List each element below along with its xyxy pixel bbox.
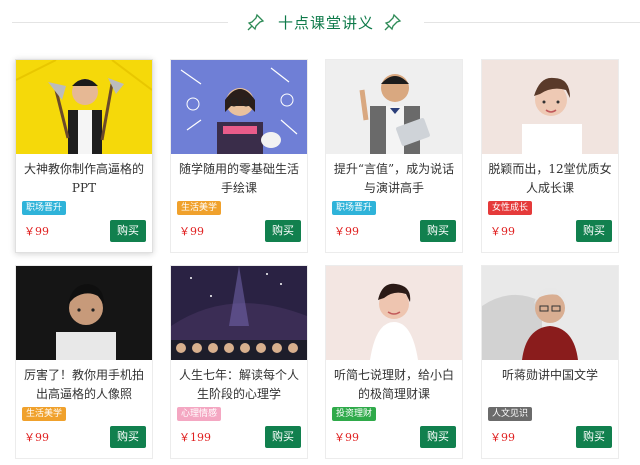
- course-title[interactable]: 大神教你制作高逼格的PPT: [20, 160, 148, 198]
- section-header: 十点课堂讲义: [0, 10, 640, 36]
- course-card[interactable]: 大神教你制作高逼格的PPT 职场晋升 ￥99 购买: [15, 59, 153, 253]
- course-title[interactable]: 听蒋勋讲中国文学: [486, 366, 614, 385]
- course-card[interactable]: 脱颖而出，12堂优质女人成长课 女性成长 ￥99 购买: [481, 59, 619, 253]
- price: ￥99: [334, 225, 359, 238]
- buy-button[interactable]: 购买: [265, 426, 301, 448]
- course-thumbnail[interactable]: [171, 266, 307, 360]
- course-thumbnail[interactable]: [326, 60, 462, 154]
- course-card[interactable]: 听蒋勋讲中国文学 人文见识 ￥99 购买: [481, 265, 619, 459]
- price: ￥99: [490, 431, 515, 444]
- course-card[interactable]: 人生七年：解读每个人生阶段的心理学 心理情感 ￥199 购买: [170, 265, 308, 459]
- category-tag: 职场晋升: [22, 201, 67, 215]
- section-title: 十点课堂讲义: [277, 14, 374, 32]
- course-title[interactable]: 随学随用的零基础生活手绘课: [175, 160, 303, 198]
- price: ￥99: [334, 431, 359, 444]
- buy-button[interactable]: 购买: [420, 426, 456, 448]
- pushpin-icon: [383, 12, 403, 32]
- category-tag: 生活美学: [177, 201, 222, 215]
- course-title[interactable]: 人生七年：解读每个人生阶段的心理学: [175, 366, 303, 404]
- course-thumbnail[interactable]: [16, 60, 152, 154]
- category-tag: 职场晋升: [332, 201, 377, 215]
- buy-button[interactable]: 购买: [576, 426, 612, 448]
- course-title[interactable]: 听简七说理财，给小白的极简理财课: [330, 366, 458, 404]
- course-thumbnail[interactable]: [482, 266, 618, 360]
- course-title[interactable]: 厉害了！教你用手机拍出高逼格的人像照: [20, 366, 148, 404]
- divider-left: [12, 22, 228, 23]
- course-thumbnail[interactable]: [16, 266, 152, 360]
- buy-button[interactable]: 购买: [576, 220, 612, 242]
- price: ￥99: [490, 225, 515, 238]
- price: ￥99: [179, 225, 204, 238]
- price: ￥99: [24, 225, 49, 238]
- buy-button[interactable]: 购买: [265, 220, 301, 242]
- price: ￥199: [179, 431, 211, 444]
- buy-button[interactable]: 购买: [110, 426, 146, 448]
- pushpin-icon: [246, 12, 266, 32]
- course-card[interactable]: 提升“言值”，成为说话与演讲高手 职场晋升 ￥99 购买: [325, 59, 463, 253]
- course-card[interactable]: 厉害了！教你用手机拍出高逼格的人像照 生活美学 ￥99 购买: [15, 265, 153, 459]
- buy-button[interactable]: 购买: [110, 220, 146, 242]
- course-card[interactable]: 随学随用的零基础生活手绘课 生活美学 ￥99 购买: [170, 59, 308, 253]
- buy-button[interactable]: 购买: [420, 220, 456, 242]
- course-thumbnail[interactable]: [482, 60, 618, 154]
- category-tag: 女性成长: [488, 201, 533, 215]
- course-title[interactable]: 提升“言值”，成为说话与演讲高手: [330, 160, 458, 198]
- course-thumbnail[interactable]: [171, 60, 307, 154]
- category-tag: 投资理财: [332, 407, 377, 421]
- category-tag: 人文见识: [488, 407, 533, 421]
- course-card[interactable]: 听简七说理财，给小白的极简理财课 投资理财 ￥99 购买: [325, 265, 463, 459]
- divider-right: [424, 22, 640, 23]
- category-tag: 生活美学: [22, 407, 67, 421]
- course-title[interactable]: 脱颖而出，12堂优质女人成长课: [486, 160, 614, 198]
- price: ￥99: [24, 431, 49, 444]
- category-tag: 心理情感: [177, 407, 222, 421]
- course-thumbnail[interactable]: [326, 266, 462, 360]
